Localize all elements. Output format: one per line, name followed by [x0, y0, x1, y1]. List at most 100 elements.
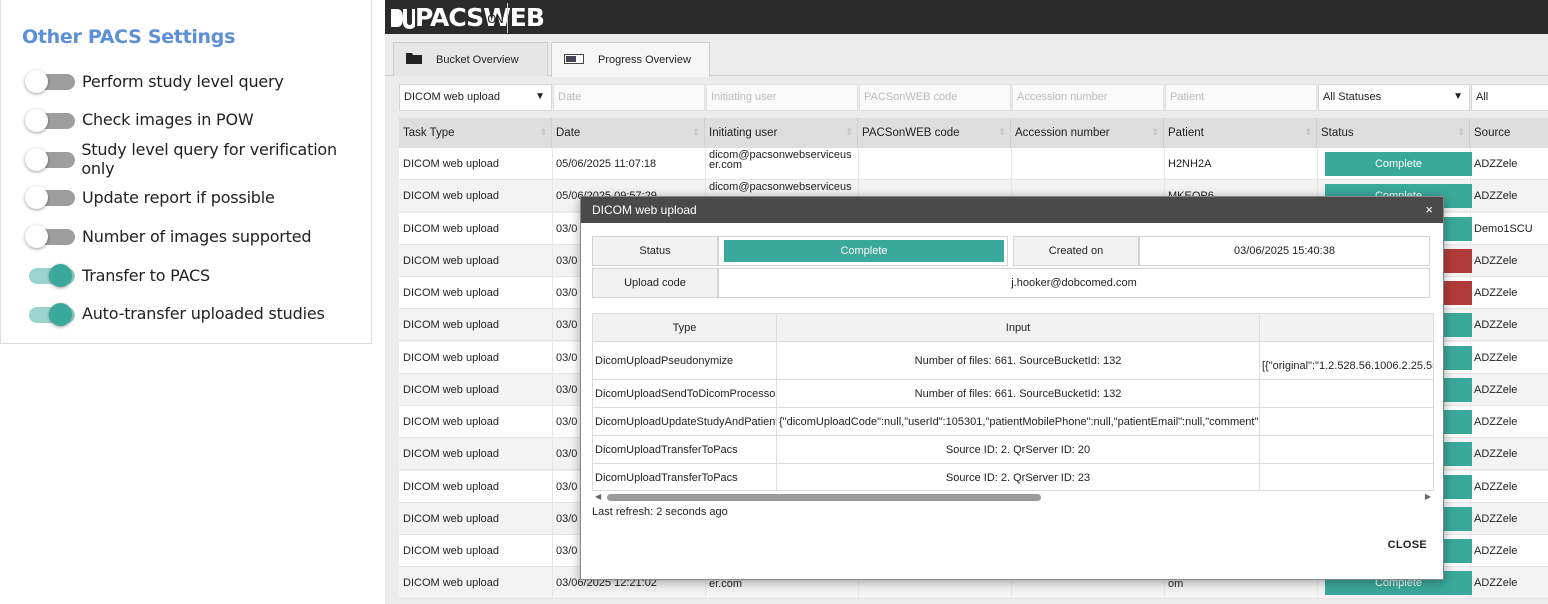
grid-cell-input: Source ID: 2. QrServer ID: 23	[777, 464, 1260, 490]
sort-icon: ⇕	[845, 127, 853, 137]
grid-cell-input: Number of files: 661. SourceBucketId: 13…	[777, 342, 1260, 380]
tab-progress-overview[interactable]: Progress Overview	[551, 42, 710, 77]
upload-code-label: Upload code	[592, 268, 718, 298]
toggle-switch[interactable]	[25, 108, 75, 132]
cell-source: ADZZele	[1474, 158, 1518, 170]
status-filter[interactable]: All Statuses ▼	[1318, 84, 1470, 111]
grid-header-output	[1260, 314, 1433, 342]
scroll-left-icon[interactable]: ◀	[595, 492, 601, 501]
cell-date: 05/06/2025 11:07:18	[556, 158, 657, 170]
scroll-right-icon[interactable]: ▶	[1425, 492, 1431, 501]
task-detail-modal: DICOM web upload × Status Complete Creat…	[580, 196, 1444, 580]
setting-label: Perform study level query	[82, 71, 284, 91]
cell-task-type: DICOM web upload	[403, 255, 499, 267]
toggle-switch[interactable]	[25, 70, 75, 93]
table-row[interactable]: DICOM web upload 05/06/2025 11:07:18 dicom…	[399, 148, 1548, 180]
toggle-switch[interactable]	[25, 147, 75, 171]
logo-mark-icon	[389, 6, 416, 30]
setting-row: Study level query for verification only	[25, 140, 371, 178]
horizontal-scrollbar[interactable]: ◀ ▶	[592, 491, 1434, 505]
date-filter[interactable]: Date	[553, 84, 705, 111]
cell-source: Demo1SCU	[1474, 223, 1533, 235]
close-button[interactable]: CLOSE	[1388, 539, 1427, 551]
grid-cell-type: DicomUploadUpdateStudyAndPatient	[593, 408, 777, 436]
top-bar: PACS ON WEB	[385, 0, 1548, 34]
cell-source: ADZZele	[1474, 513, 1518, 525]
grid-cell-type: DicomUploadTransferToPacs	[593, 464, 777, 490]
cell-task-type: DICOM web upload	[403, 513, 499, 525]
col-pacsonweb-code[interactable]: PACSonWEB code ⇕	[858, 118, 1011, 148]
accession-filter[interactable]: Accession number	[1012, 84, 1164, 111]
toggle-switch[interactable]	[25, 225, 75, 249]
cell-initiating-user: dicom@pacsonwebserviceuser.com	[709, 149, 852, 171]
sort-icon: ⇕	[1151, 127, 1159, 137]
setting-label: Update report if possible	[82, 187, 275, 207]
cell-source: ADZZele	[1474, 352, 1518, 364]
modal-title: DICOM web upload	[592, 203, 697, 217]
status-badge[interactable]: Complete	[1325, 152, 1472, 176]
pacsonweb-logo: PACS ON WEB	[389, 3, 545, 33]
grid-cell-type: DicomUploadPseudonymize	[593, 342, 777, 380]
source-filter[interactable]: All	[1471, 84, 1548, 111]
cell-task-type: DICOM web upload	[403, 577, 499, 589]
setting-row: Auto-transfer uploaded studies	[25, 299, 325, 329]
col-status[interactable]: Status ⇕	[1317, 118, 1470, 148]
grid-cell-input: Number of files: 661. SourceBucketId: 13…	[777, 380, 1260, 408]
grid-cell-output: [{"original":"1.2.528.56.1006.2.25.550	[1260, 342, 1433, 380]
cell-source: ADZZele	[1474, 416, 1518, 428]
grid-cell-output	[1260, 408, 1433, 436]
pacs-settings-panel: Other PACS Settings Perform study level …	[0, 0, 372, 344]
task-steps-grid: Type Input DicomUploadPseudonymize Number…	[592, 313, 1434, 491]
toggle-switch[interactable]	[25, 264, 75, 287]
status-badge: Complete	[724, 240, 1004, 262]
cell-task-type: DICOM web upload	[403, 416, 499, 428]
col-source[interactable]: Source	[1470, 118, 1548, 148]
toggle-switch[interactable]	[25, 302, 75, 326]
grid-cell-output	[1260, 380, 1433, 408]
grid-cell-input: {"dicomUploadCode":null,"userId":105301,…	[777, 408, 1260, 436]
col-date[interactable]: Date ⇕	[552, 118, 705, 148]
sort-icon: ⇕	[1304, 127, 1312, 137]
cell-task-type: DICOM web upload	[403, 158, 499, 170]
grid-header-type: Type	[593, 314, 777, 342]
task-type-filter[interactable]: DICOM web upload ▼	[399, 84, 552, 111]
status-cell: Complete	[718, 236, 1008, 266]
grid-cell-input: Source ID: 2. QrServer ID: 20	[777, 436, 1260, 464]
upload-code-value: j.hooker@dobcomed.com	[718, 268, 1430, 298]
col-patient[interactable]: Patient ⇕	[1164, 118, 1317, 148]
cell-task-type: DICOM web upload	[403, 545, 499, 557]
col-initiating-user[interactable]: Initiating user ⇕	[705, 118, 858, 148]
cell-source: ADZZele	[1474, 577, 1518, 589]
sort-icon: ⇕	[1457, 127, 1465, 137]
scrollbar-thumb[interactable]	[607, 494, 1041, 501]
cell-source: ADZZele	[1474, 190, 1518, 202]
cell-task-type: DICOM web upload	[403, 481, 499, 493]
chevron-down-icon: ▼	[535, 91, 545, 102]
cell-source: ADZZele	[1474, 448, 1518, 460]
setting-label: Check images in POW	[82, 110, 254, 130]
setting-row: Transfer to PACS	[25, 260, 210, 290]
cell-source: ADZZele	[1474, 287, 1518, 299]
setting-row: Check images in POW	[25, 105, 254, 135]
setting-label: Auto-transfer uploaded studies	[82, 304, 325, 324]
setting-label: Number of images supported	[82, 226, 312, 246]
cell-task-type: DICOM web upload	[403, 287, 499, 299]
folder-icon	[406, 52, 422, 67]
tab-bucket-overview[interactable]: Bucket Overview	[393, 42, 548, 76]
filter-row: DICOM web upload ▼ Date Initiating user P…	[399, 84, 1548, 111]
user-filter[interactable]: Initiating user	[706, 84, 858, 111]
patient-filter[interactable]: Patient	[1165, 84, 1317, 111]
settings-title: Other PACS Settings	[22, 26, 236, 48]
col-accession[interactable]: Accession number ⇕	[1011, 118, 1164, 148]
modal-header: DICOM web upload ×	[581, 197, 1443, 223]
code-filter[interactable]: PACSonWEB code	[859, 84, 1011, 111]
cell-source: ADZZele	[1474, 384, 1518, 396]
grid-header-input: Input	[777, 314, 1260, 342]
col-task-type[interactable]: Task Type ⇕	[399, 118, 552, 148]
grid-cell-output	[1260, 464, 1433, 490]
chevron-down-icon: ▼	[1453, 91, 1463, 102]
close-icon[interactable]: ×	[1425, 202, 1433, 217]
toggle-switch[interactable]	[25, 186, 75, 210]
progress-bar-icon	[564, 53, 584, 67]
grid-cell-type: DicomUploadTransferToPacs	[593, 436, 777, 464]
